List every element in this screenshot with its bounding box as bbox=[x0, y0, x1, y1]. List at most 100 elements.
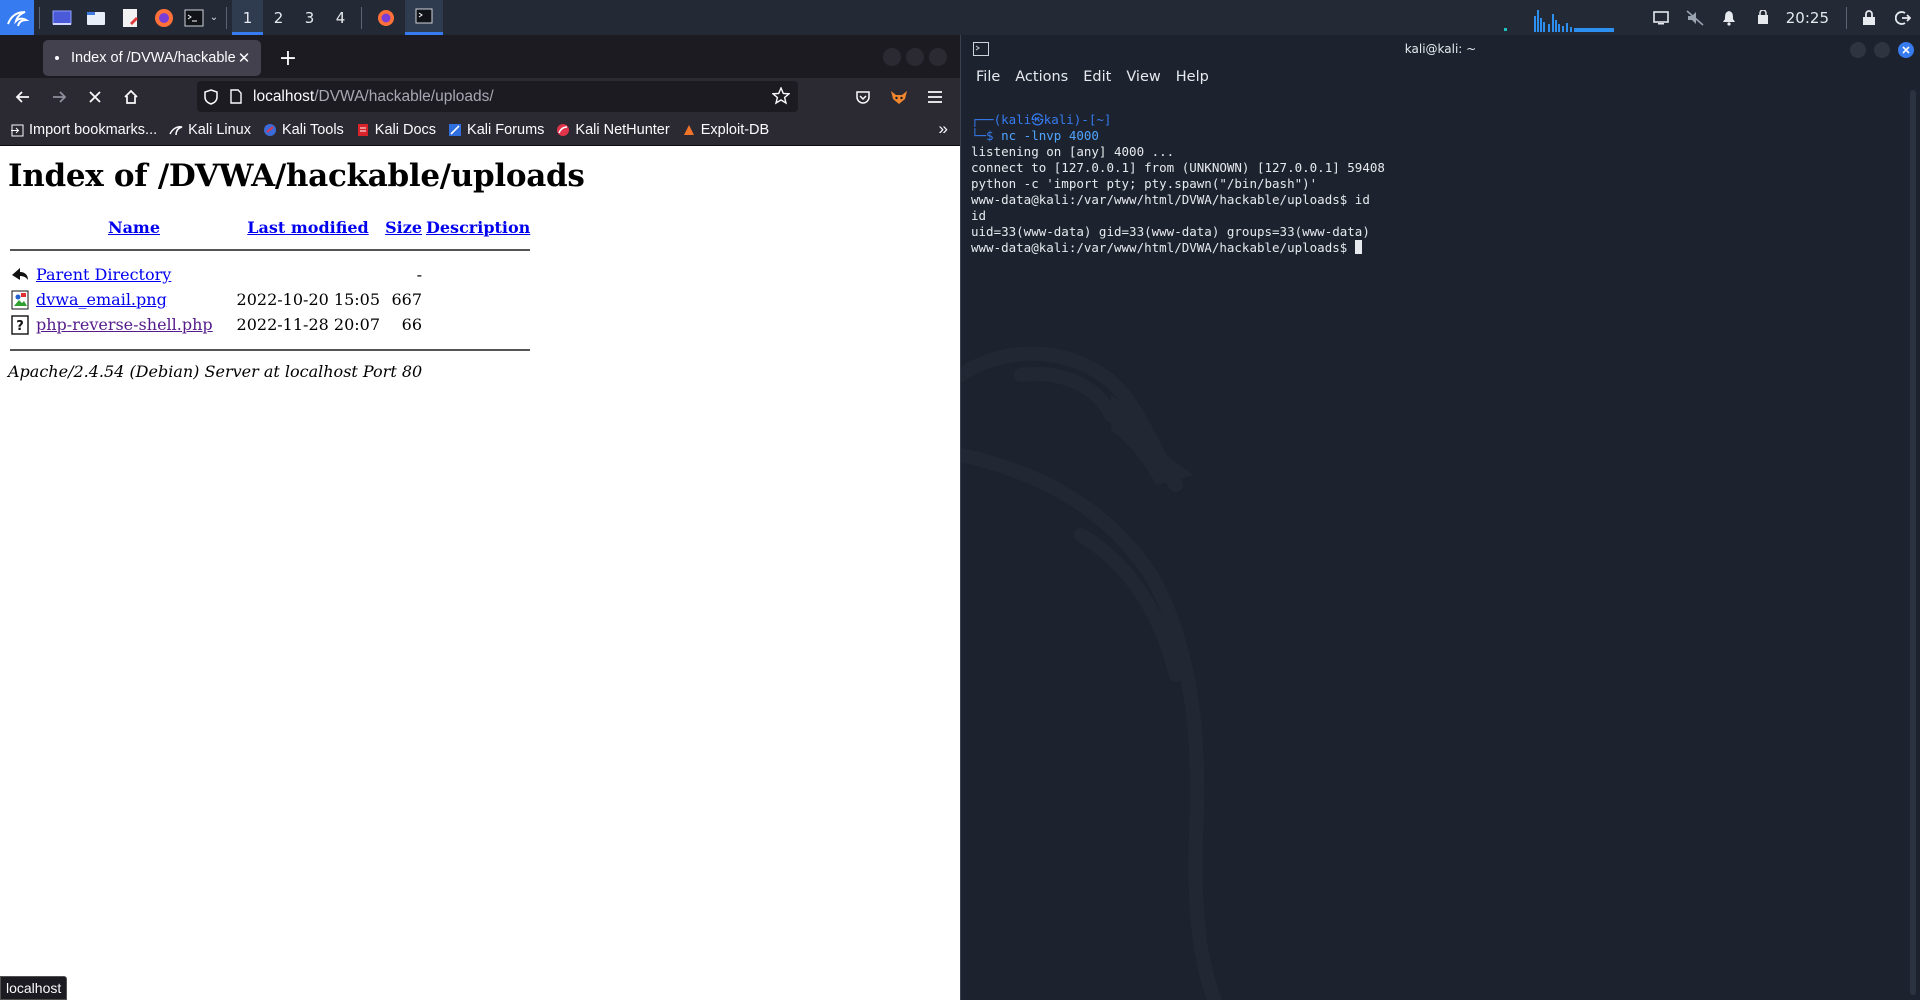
url-host: localhost bbox=[253, 87, 315, 105]
firefox-launcher-icon[interactable] bbox=[147, 0, 181, 35]
panel-separator bbox=[226, 6, 227, 29]
text-editor-icon[interactable] bbox=[113, 0, 147, 35]
taskbar-terminal[interactable] bbox=[405, 0, 443, 35]
terminal-icon bbox=[415, 8, 433, 24]
volume-muted-icon[interactable] bbox=[1678, 0, 1712, 35]
navigation-toolbar: localhost/DVWA/hackable/uploads/ bbox=[0, 78, 960, 115]
sort-by-size-link[interactable]: Size bbox=[385, 218, 422, 237]
workspace-2[interactable]: 2 bbox=[263, 0, 294, 35]
row-description-cell bbox=[424, 312, 532, 337]
bookmark-kali-nethunter[interactable]: Kali NetHunter bbox=[556, 122, 670, 138]
row-icon-cell bbox=[8, 287, 34, 312]
bookmark-star-icon[interactable] bbox=[771, 86, 791, 110]
back-button[interactable] bbox=[8, 82, 38, 112]
home-button[interactable] bbox=[116, 82, 146, 112]
terminal-output[interactable]: ┌──(kali㉿kali)-[~] └─$ nc -lnvp 4000 liste… bbox=[961, 107, 1906, 997]
column-name: Name bbox=[34, 218, 234, 237]
row-size-cell: 667 bbox=[391, 290, 422, 309]
menu-help[interactable]: Help bbox=[1176, 69, 1209, 85]
app-menu-button[interactable] bbox=[920, 82, 950, 112]
battery-lock-icon[interactable] bbox=[1746, 0, 1780, 35]
top-panel: ⌄ 1 2 3 4 20:25 bbox=[0, 0, 1920, 35]
shield-icon[interactable] bbox=[197, 88, 225, 105]
menu-edit[interactable]: Edit bbox=[1083, 69, 1111, 85]
row-size-cell: 66 bbox=[401, 315, 422, 334]
forward-button[interactable] bbox=[44, 82, 74, 112]
row-name-cell: Parent Directory bbox=[34, 262, 234, 287]
table-row: ? php-reverse-shell.php 2022-11-28 20:07… bbox=[8, 312, 532, 337]
url-bar[interactable]: localhost/DVWA/hackable/uploads/ bbox=[197, 81, 798, 112]
hamburger-menu-icon bbox=[928, 91, 942, 103]
menu-file[interactable]: File bbox=[976, 69, 1000, 85]
clock[interactable]: 20:25 bbox=[1780, 9, 1841, 27]
page-title: Index of /DVWA/hackable/uploads bbox=[8, 158, 585, 194]
bookmark-import[interactable]: Import bookmarks... bbox=[10, 122, 157, 138]
back-arrow-icon bbox=[12, 267, 28, 280]
file-link[interactable]: Parent Directory bbox=[36, 265, 171, 284]
menu-actions[interactable]: Actions bbox=[1015, 69, 1068, 85]
kali-menu-icon[interactable] bbox=[0, 0, 34, 35]
close-tab-icon[interactable]: ✕ bbox=[235, 49, 253, 67]
show-desktop-icon[interactable] bbox=[45, 0, 79, 35]
sort-by-name-link[interactable]: Name bbox=[108, 218, 160, 237]
bookmark-exploit-db[interactable]: Exploit-DB bbox=[682, 122, 769, 138]
workspace-3[interactable]: 3 bbox=[294, 0, 325, 35]
output-line: www-data@kali:/var/www/html/DVWA/hackabl… bbox=[971, 192, 1370, 207]
terminal-maximize-button[interactable] bbox=[1874, 42, 1890, 58]
logout-icon[interactable] bbox=[1886, 0, 1920, 35]
taskbar-firefox[interactable] bbox=[367, 0, 405, 35]
back-arrow-icon bbox=[15, 91, 29, 103]
row-size-cell: - bbox=[416, 265, 422, 284]
exploitdb-icon bbox=[682, 123, 696, 137]
notification-bell-icon[interactable] bbox=[1712, 0, 1746, 35]
row-icon-cell: ? bbox=[8, 312, 34, 337]
terminal-launcher-icon[interactable] bbox=[181, 0, 207, 35]
extension-button[interactable] bbox=[884, 82, 914, 112]
row-modified-cell: 2022-11-28 20:07 bbox=[236, 315, 380, 334]
terminal-minimize-button[interactable] bbox=[1850, 42, 1866, 58]
firefox-window: Index of /DVWA/hackable/uploads/ ✕ + l bbox=[0, 35, 960, 1000]
minimize-button[interactable] bbox=[883, 48, 901, 66]
terminal-scrollbar[interactable] bbox=[1910, 90, 1916, 995]
tab-strip: Index of /DVWA/hackable/uploads/ ✕ + bbox=[0, 35, 960, 78]
bookmark-kali-tools[interactable]: Kali Tools bbox=[263, 122, 344, 138]
unknown-file-icon: ? bbox=[11, 315, 29, 335]
image-file-icon bbox=[11, 290, 29, 310]
close-window-button[interactable] bbox=[929, 48, 947, 66]
page-info-icon[interactable] bbox=[225, 89, 247, 104]
file-link[interactable]: dvwa_email.png bbox=[36, 290, 167, 309]
output-line: listening on [any] 4000 ... bbox=[971, 144, 1175, 159]
bookmark-kali-docs[interactable]: Kali Docs bbox=[356, 122, 436, 138]
bookmark-kali-forums[interactable]: Kali Forums bbox=[448, 122, 544, 138]
table-header-row: Name Last modified Size Description bbox=[8, 218, 532, 237]
firefox-icon bbox=[378, 9, 394, 26]
column-size: Size bbox=[382, 218, 424, 237]
server-signature: Apache/2.4.54 (Debian) Server at localho… bbox=[8, 362, 423, 381]
sort-by-description-link[interactable]: Description bbox=[426, 218, 530, 237]
status-bar: localhost bbox=[0, 976, 68, 1000]
output-line: uid=33(www-data) gid=33(www-data) groups… bbox=[971, 224, 1370, 239]
workspace-4[interactable]: 4 bbox=[325, 0, 356, 35]
pocket-button[interactable] bbox=[848, 82, 878, 112]
display-icon[interactable] bbox=[1644, 0, 1678, 35]
maximize-button[interactable] bbox=[906, 48, 924, 66]
browser-tab-active[interactable]: Index of /DVWA/hackable/uploads/ ✕ bbox=[43, 40, 261, 76]
file-manager-icon[interactable] bbox=[79, 0, 113, 35]
home-icon bbox=[124, 89, 138, 104]
file-link[interactable]: php-reverse-shell.php bbox=[36, 315, 213, 334]
terminal-close-button[interactable] bbox=[1898, 42, 1914, 58]
bookmark-label: Kali Tools bbox=[282, 122, 344, 138]
lock-screen-icon[interactable] bbox=[1852, 0, 1886, 35]
tab-title: Index of /DVWA/hackable/uploads/ bbox=[71, 50, 235, 66]
workspace-1[interactable]: 1 bbox=[232, 0, 263, 35]
row-name-cell: php-reverse-shell.php bbox=[34, 312, 234, 337]
sort-by-modified-link[interactable]: Last modified bbox=[247, 218, 368, 237]
menu-view[interactable]: View bbox=[1126, 69, 1160, 85]
chevron-down-icon[interactable]: ⌄ bbox=[207, 0, 221, 35]
new-tab-button[interactable]: + bbox=[274, 44, 302, 72]
bookmarks-overflow-chevron-icon[interactable]: » bbox=[939, 119, 948, 139]
bookmark-kali-linux[interactable]: Kali Linux bbox=[169, 122, 251, 138]
separator-cell bbox=[8, 337, 532, 362]
separator-row bbox=[8, 237, 532, 262]
stop-loading-button[interactable] bbox=[80, 82, 110, 112]
